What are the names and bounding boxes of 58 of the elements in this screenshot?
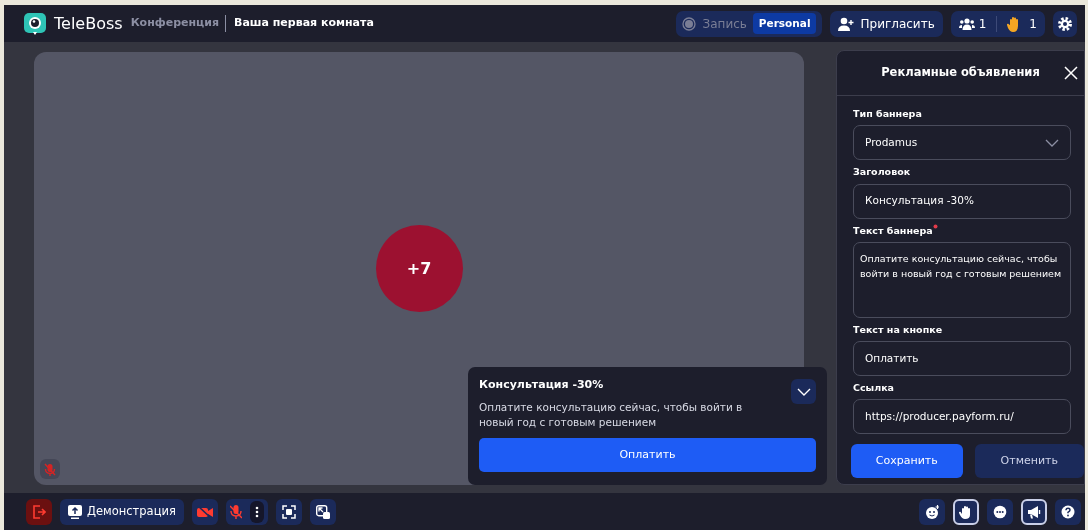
more-icon [254,505,259,518]
cancel-button[interactable]: Отменить [974,444,1084,478]
room-title: Ваша первая комната [234,15,374,32]
section-label: Конференция [130,15,226,32]
invite-button[interactable]: Пригласить [830,10,943,37]
chevron-down-icon [1045,138,1059,147]
megaphone-icon [1027,504,1041,519]
hand-icon [959,504,973,519]
field-label: Текст баннера [853,223,933,238]
raised-hands-button[interactable]: 1 [1007,14,1037,33]
add-user-icon [838,16,855,31]
banner-type-select[interactable]: Prodamus [853,125,1071,161]
participants-button[interactable]: 1 [958,14,987,33]
field-label: Текст на кнопке [853,322,943,337]
banner-text: Оплатите консультацию сейчас, чтобы войти в новый год с готовым решением [479,399,744,430]
chat-button[interactable] [987,498,1013,525]
input-field[interactable]: https://producer.payform.ru/ [853,399,1071,435]
people-icon [958,17,975,30]
input-field[interactable]: Оплатить [853,341,1071,376]
pay-button[interactable]: Оплатить [479,437,816,472]
plan-badge: Personal [752,12,817,35]
picture-in-picture-button[interactable] [309,498,336,525]
fullscreen-button[interactable] [275,498,302,525]
upload-screen-icon [68,504,82,519]
app-name: TeleBoss [54,12,123,35]
field-label: Заголовок [853,165,911,180]
help-button[interactable] [1055,498,1081,525]
save-button[interactable]: Сохранить [851,444,963,478]
leave-button[interactable] [26,498,52,525]
field-label: Тип баннера [853,107,922,121]
settings-icon [1057,15,1073,32]
field-label: Ссылка [853,381,894,395]
textarea-field[interactable]: Оплатите консультацию сейчас, чтобы войти в новый год с готовым решением [853,241,1071,318]
participant-avatar: +7 [375,225,463,312]
more-button[interactable] [249,500,264,523]
screen-share-button[interactable]: Демонстрация [60,498,184,525]
microphone-button[interactable] [229,504,242,519]
panel-title: Рекламные объявления [881,64,1040,82]
fullscreen-icon [281,504,296,519]
record-label: Запись [702,15,747,33]
collapse-button[interactable] [791,379,816,404]
participant-count: 1 [978,15,987,33]
input-field[interactable]: Консультация -30% [853,183,1071,219]
banner-title: Консультация -30% [479,377,605,393]
minimize-window-icon [315,504,330,519]
settings-button[interactable] [1053,10,1077,37]
ads-button[interactable] [1021,498,1047,525]
camera-button[interactable] [191,498,218,525]
logo-icon [24,12,46,35]
raised-hand-count: 1 [1029,15,1037,33]
help-icon [1061,504,1075,519]
chat-icon [993,504,1007,519]
raise-hand-button[interactable] [953,498,979,525]
reaction-button[interactable] [919,498,945,525]
record-control[interactable]: Запись Personal [676,10,823,37]
emoji-add-icon [925,504,939,519]
exit-icon [32,504,46,519]
close-icon [1064,66,1078,80]
